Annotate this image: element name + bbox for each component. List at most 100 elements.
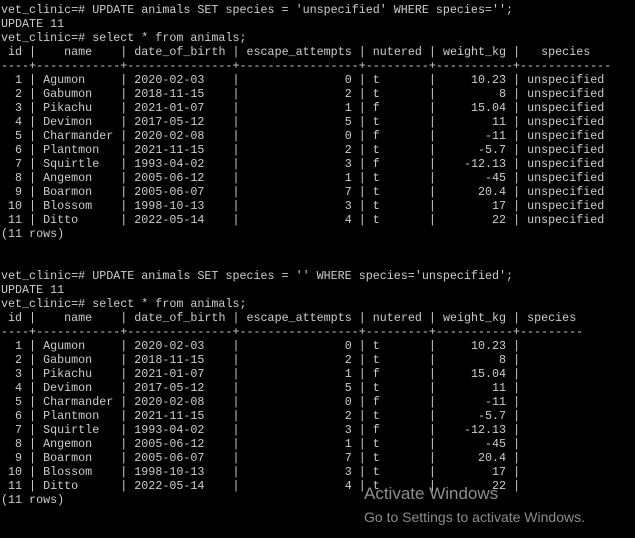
table-row: 1 | Agumon | 2020-02-03 | 0 | t | 10.23 … xyxy=(1,339,611,353)
column-separator: | xyxy=(351,395,366,409)
table-separator: ----+------------+---------------+------… xyxy=(1,59,611,73)
cell-pad xyxy=(436,171,443,185)
cell-pad xyxy=(366,437,373,451)
cell-weight-kg: 10.23 xyxy=(442,339,507,353)
cell-name: Charmander xyxy=(43,395,114,409)
column-separator: | xyxy=(22,143,37,157)
cell-nutered: t xyxy=(372,213,422,227)
column-separator: | xyxy=(506,185,521,199)
prompt: vet_clinic=# xyxy=(1,31,93,45)
cell-name: Boarmon xyxy=(43,185,114,199)
column-separator: | xyxy=(225,213,240,227)
cell-date-of-birth: 2005-06-07 xyxy=(134,185,226,199)
column-separator: | xyxy=(506,367,521,381)
column-separator: | xyxy=(113,87,128,101)
cell-escape-attempts: 3 xyxy=(246,199,352,213)
table-row: 4 | Devimon | 2017-05-12 | 5 | t | 11 | xyxy=(1,381,611,395)
cell-pad xyxy=(366,73,373,87)
column-separator: | xyxy=(351,213,366,227)
cell-name: Ditto xyxy=(43,213,114,227)
column-separator: | xyxy=(225,199,240,213)
cell-date-of-birth: 2021-11-15 xyxy=(134,143,226,157)
column-separator: | xyxy=(421,465,436,479)
cell-escape-attempts: 7 xyxy=(246,451,352,465)
cell-id: 9 xyxy=(8,451,23,465)
cell-pad xyxy=(1,101,8,115)
cell-id: 5 xyxy=(8,129,23,143)
column-separator: | xyxy=(421,157,436,171)
cell-weight-kg: 11 xyxy=(442,115,507,129)
column-separator: | xyxy=(113,171,128,185)
column-separator: | xyxy=(225,115,240,129)
cell-id: 2 xyxy=(8,353,23,367)
cell-weight-kg: -11 xyxy=(442,129,507,143)
cell-escape-attempts: 2 xyxy=(246,143,352,157)
column-separator: | xyxy=(421,367,436,381)
column-separator: | xyxy=(22,45,37,59)
cell-nutered: t xyxy=(372,199,422,213)
column-separator: | xyxy=(22,157,37,171)
column-separator: | xyxy=(351,437,366,451)
cell-nutered: f xyxy=(372,367,422,381)
column-separator: | xyxy=(22,311,37,325)
cell-name: Blossom xyxy=(43,465,114,479)
terminal-output[interactable]: vet_clinic=# UPDATE animals SET species … xyxy=(1,3,611,507)
column-separator: | xyxy=(113,409,128,423)
cell-nutered: t xyxy=(372,73,422,87)
table-separator: ----+------------+---------------+------… xyxy=(1,325,611,339)
column-separator: | xyxy=(113,311,128,325)
cell-pad xyxy=(366,381,373,395)
separator-rule: ----+------------+---------------+------… xyxy=(1,59,612,73)
command-line: vet_clinic=# UPDATE animals SET species … xyxy=(1,3,611,17)
table-row: 8 | Angemon | 2005-06-12 | 1 | t | -45 | xyxy=(1,437,611,451)
column-separator: | xyxy=(351,115,366,129)
cell-weight-kg: 8 xyxy=(442,353,507,367)
cell-id: 11 xyxy=(8,479,23,493)
cell-name: Blossom xyxy=(43,199,114,213)
cell-species: unspecified xyxy=(527,157,605,171)
cell-pad xyxy=(520,353,527,367)
table-row: 6 | Plantmon | 2021-11-15 | 2 | t | -5.7… xyxy=(1,409,611,423)
column-header-id: id xyxy=(8,45,23,59)
sql-command: select * from animals; xyxy=(92,31,247,45)
column-separator: | xyxy=(421,143,436,157)
column-separator: | xyxy=(225,339,240,353)
cell-pad xyxy=(240,339,247,353)
column-separator: | xyxy=(22,395,37,409)
column-separator: | xyxy=(351,311,366,325)
column-separator: | xyxy=(113,451,128,465)
cell-pad xyxy=(366,353,373,367)
separator-rule: ----+------------+---------------+------… xyxy=(1,325,584,339)
cell-escape-attempts: 1 xyxy=(246,171,352,185)
command-line: vet_clinic=# select * from animals; xyxy=(1,31,611,45)
cell-id: 3 xyxy=(8,101,23,115)
cell-pad xyxy=(1,143,8,157)
prompt: vet_clinic=# xyxy=(1,269,93,283)
column-separator: | xyxy=(421,213,436,227)
column-separator: | xyxy=(22,367,37,381)
column-separator: | xyxy=(22,409,37,423)
column-separator: | xyxy=(22,73,37,87)
column-separator: | xyxy=(506,423,521,437)
cell-pad xyxy=(436,45,443,59)
result-line: UPDATE 11 xyxy=(1,283,611,297)
cell-name: Plantmon xyxy=(43,409,114,423)
cell-pad xyxy=(240,45,247,59)
cell-pad xyxy=(436,115,443,129)
cell-pad xyxy=(436,157,443,171)
column-separator: | xyxy=(421,353,436,367)
cell-pad xyxy=(1,395,8,409)
cell-pad xyxy=(240,143,247,157)
column-separator: | xyxy=(22,339,37,353)
column-separator: | xyxy=(506,213,521,227)
column-separator: | xyxy=(225,353,240,367)
table-row: 9 | Boarmon | 2005-06-07 | 7 | t | 20.4 … xyxy=(1,451,611,465)
cell-date-of-birth: 1998-10-13 xyxy=(134,199,226,213)
table-row: 7 | Squirtle | 1993-04-02 | 3 | f | -12.… xyxy=(1,423,611,437)
cell-nutered: f xyxy=(372,129,422,143)
cell-pad xyxy=(240,395,247,409)
column-separator: | xyxy=(506,395,521,409)
column-separator: | xyxy=(22,437,37,451)
cell-name: Squirtle xyxy=(43,157,114,171)
cell-pad xyxy=(240,171,247,185)
